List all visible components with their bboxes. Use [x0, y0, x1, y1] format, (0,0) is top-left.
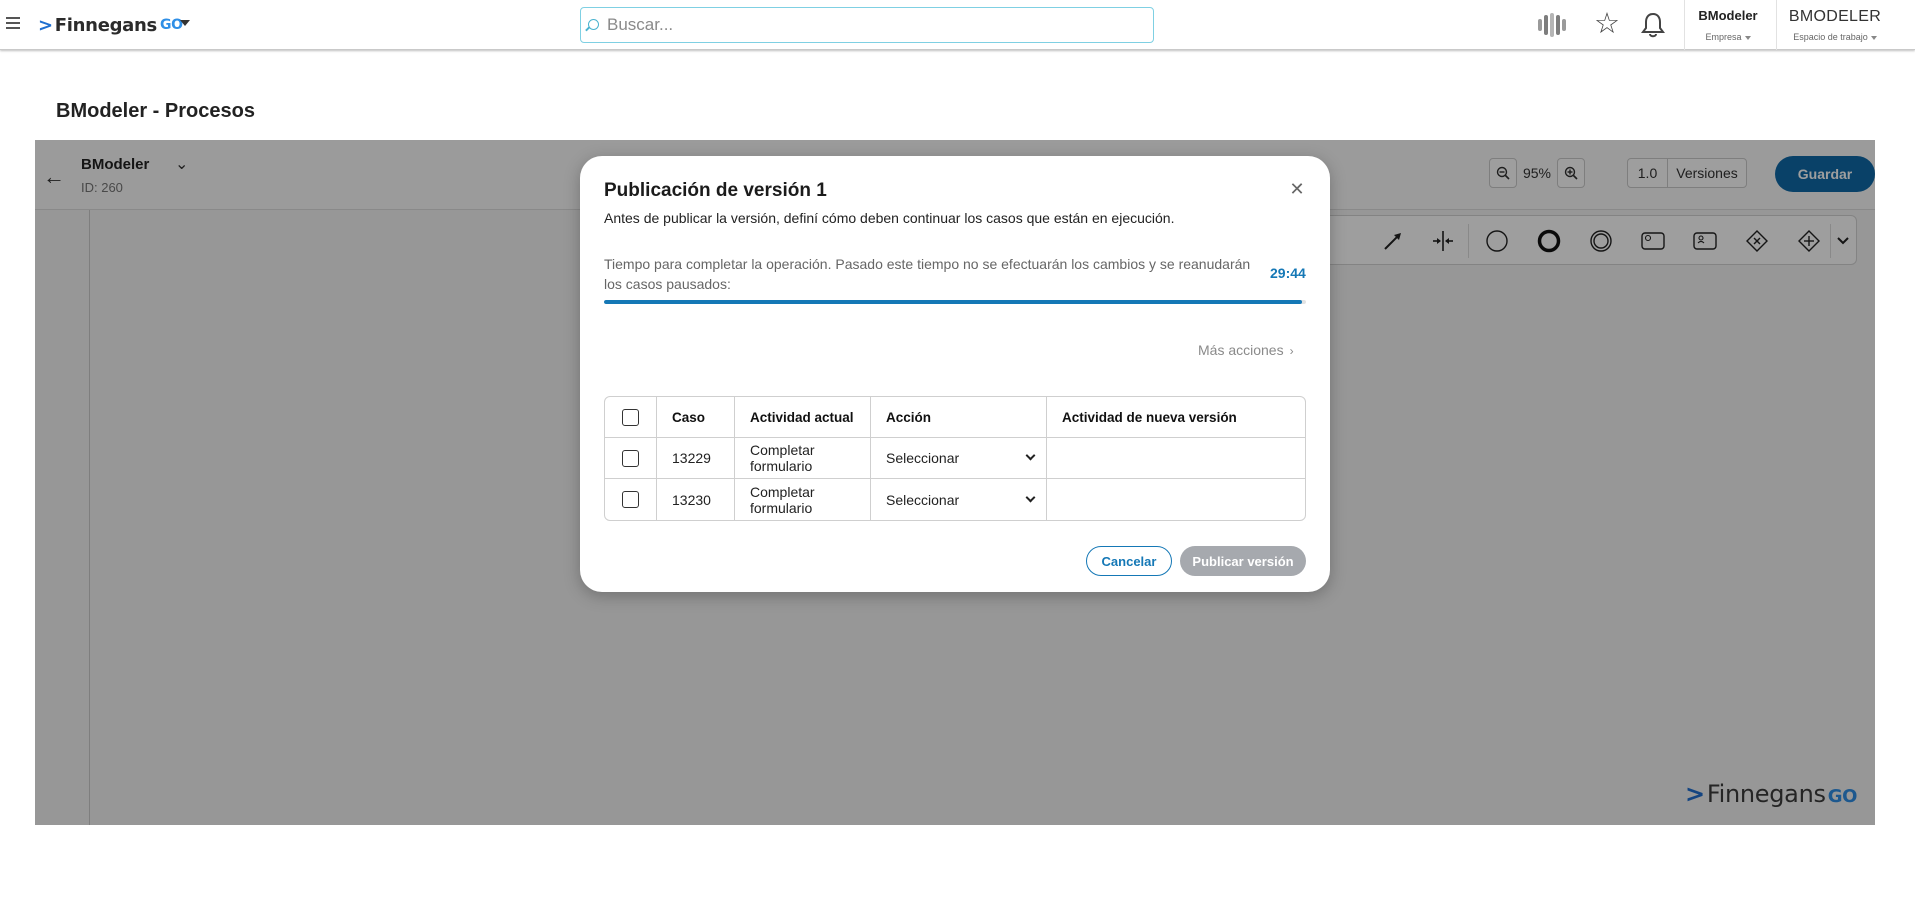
action-select[interactable]: Seleccionar — [886, 492, 1046, 508]
brand-dropdown-caret-icon[interactable] — [180, 20, 190, 26]
action-select-cell: Seleccionar — [871, 479, 1047, 520]
notifications-bell-icon[interactable] — [1640, 11, 1666, 39]
timer-countdown: 29:44 — [1270, 265, 1306, 281]
brand-chevron-icon: > — [38, 14, 53, 36]
row-select-cell — [605, 438, 657, 479]
cancel-button[interactable]: Cancelar — [1086, 546, 1172, 576]
close-icon[interactable]: ✕ — [1287, 180, 1307, 200]
select-all-checkbox[interactable] — [622, 408, 639, 426]
select-all-cell — [605, 397, 657, 438]
column-header-actividad-nueva-version: Actividad de nueva versión — [1047, 397, 1305, 438]
company-label: Empresa — [1686, 32, 1770, 42]
timer-description: Tiempo para completar la operación. Pasa… — [604, 256, 1251, 292]
publish-version-button[interactable]: Publicar versión — [1180, 546, 1306, 576]
page-title: BModeler - Procesos — [56, 100, 255, 122]
action-select[interactable]: Seleccionar — [886, 450, 1046, 466]
workspace-label: Espacio de trabajo — [1782, 32, 1888, 42]
timer-progress-fill — [604, 300, 1303, 304]
table-row: 13230 Completar formulario Seleccionar — [605, 479, 1305, 520]
search-input[interactable] — [607, 8, 1147, 42]
workspace-selector[interactable]: BMODELER Espacio de trabajo — [1782, 8, 1888, 42]
company-selector[interactable]: BModeler Empresa — [1686, 8, 1770, 42]
brand-logo[interactable]: > Finnegans GO — [38, 12, 183, 38]
header-divider — [1776, 0, 1777, 50]
table-header-row: Caso Actividad actual Acción Actividad d… — [605, 397, 1305, 438]
chevron-down-icon — [1025, 450, 1036, 461]
caret-down-icon — [1870, 35, 1877, 40]
caret-down-icon — [1744, 35, 1751, 40]
chevron-right-icon: › — [1289, 344, 1294, 358]
current-activity: Completar formulario — [735, 438, 871, 479]
new-version-activity — [1047, 438, 1305, 479]
dialog-subtitle: Antes de publicar la versión, definí cóm… — [604, 210, 1175, 226]
row-checkbox[interactable] — [622, 449, 639, 467]
case-number: 13230 — [657, 479, 735, 520]
column-header-accion: Acción — [871, 397, 1047, 438]
row-select-cell — [605, 479, 657, 520]
workspace-name: BMODELER — [1788, 8, 1882, 25]
company-name: BModeler — [1698, 8, 1758, 23]
header-divider — [1684, 0, 1685, 50]
row-checkbox[interactable] — [622, 491, 639, 509]
running-cases-table: Caso Actividad actual Acción Actividad d… — [604, 396, 1306, 521]
top-header: > Finnegans GO ☆ BModeler Empresa BMODEL… — [0, 0, 1915, 50]
publish-version-dialog: Publicación de versión 1 ✕ Antes de publ… — [580, 156, 1330, 592]
current-activity: Completar formulario — [735, 479, 871, 520]
timer-progress-bar — [604, 300, 1306, 304]
assistant-icon[interactable] — [1535, 13, 1567, 37]
favorites-star-icon[interactable]: ☆ — [1594, 10, 1620, 39]
brand-name: Finnegans — [54, 14, 157, 36]
action-select-cell: Seleccionar — [871, 438, 1047, 479]
new-version-activity — [1047, 479, 1305, 520]
table-row: 13229 Completar formulario Seleccionar — [605, 438, 1305, 479]
menu-icon[interactable] — [6, 14, 20, 34]
search-icon — [588, 19, 599, 30]
column-header-actividad-actual: Actividad actual — [735, 397, 871, 438]
dialog-title: Publicación de versión 1 — [604, 180, 827, 201]
case-number: 13229 — [657, 438, 735, 479]
chevron-down-icon — [1025, 492, 1036, 502]
column-header-caso: Caso — [657, 397, 735, 438]
search-box[interactable] — [580, 7, 1154, 43]
more-actions-link[interactable]: Más acciones › — [1198, 342, 1294, 358]
